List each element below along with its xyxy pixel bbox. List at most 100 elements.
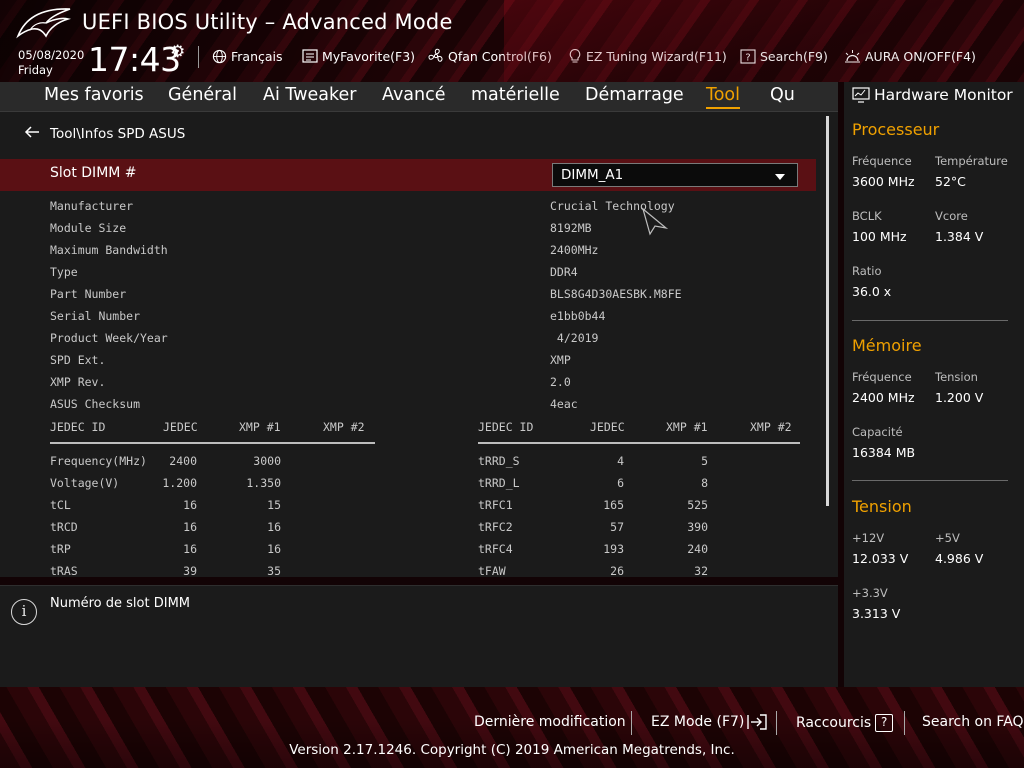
- footer-divider: [776, 711, 777, 735]
- table-row-label: tRFC2: [478, 520, 513, 534]
- search-label: Search(F9): [760, 48, 828, 64]
- date-display: 05/08/2020 Friday: [18, 48, 84, 78]
- table-cell: 4: [617, 454, 624, 468]
- shortcuts-label: Raccourcis: [796, 715, 872, 731]
- spd-info-key: ASUS Checksum: [50, 397, 141, 411]
- spd-info-key: SPD Ext.: [50, 353, 106, 367]
- tab-exit[interactable]: Qu: [770, 85, 795, 105]
- memory-section-title: Mémoire: [852, 336, 922, 355]
- metric-value: 12.033 V: [852, 551, 909, 566]
- metric-label: Température: [935, 154, 1008, 168]
- aura-toggle-button[interactable]: AURA ON/OFF(F4): [844, 46, 976, 66]
- table-row-label: tRRD_L: [478, 476, 520, 490]
- tab-ai-tweaker[interactable]: Ai Tweaker: [263, 85, 356, 105]
- section-divider: [852, 480, 1008, 481]
- day-text: Friday: [18, 63, 53, 77]
- spd-info-key: Part Number: [50, 287, 127, 301]
- metric-value: 1.200 V: [935, 390, 984, 405]
- last-modified-button[interactable]: Dernière modification: [474, 714, 626, 730]
- hardware-monitor-header: Hardware Monitor: [844, 82, 1024, 108]
- tab-tool[interactable]: Tool: [706, 85, 740, 109]
- breadcrumb-text: Tool\Infos SPD ASUS: [50, 126, 186, 142]
- table-cell: 16: [183, 498, 197, 512]
- ez-tuning-wizard-label: EZ Tuning Wizard(F11): [586, 48, 727, 64]
- dimm-slot-select[interactable]: DIMM_A1: [552, 163, 798, 187]
- table-cell: 1.200: [162, 476, 197, 490]
- header-divider: [198, 46, 199, 68]
- spd-info-value: 8192MB: [550, 221, 592, 235]
- table-cell: 39: [183, 564, 197, 577]
- table-row-label: tRFC4: [478, 542, 513, 556]
- table-cell: 525: [687, 498, 708, 512]
- qfan-control-button[interactable]: Qfan Control(F6): [428, 46, 552, 66]
- ez-mode-button[interactable]: EZ Mode (F7): [651, 714, 768, 730]
- ez-tuning-wizard-button[interactable]: EZ Tuning Wizard(F11): [568, 46, 727, 66]
- spd-info-key: Maximum Bandwidth: [50, 243, 168, 257]
- language-button[interactable]: Français: [212, 46, 283, 66]
- aura-icon: [844, 49, 861, 64]
- metric-value: 100 MHz: [852, 229, 907, 244]
- table-header: JEDEC ID: [50, 420, 106, 434]
- search-help-icon: ?: [740, 48, 756, 64]
- dimm-slot-row[interactable]: Slot DIMM # DIMM_A1: [0, 159, 816, 191]
- breadcrumb[interactable]: Tool\Infos SPD ASUS: [24, 126, 185, 142]
- table-cell: 6: [617, 476, 624, 490]
- table-header: JEDEC: [163, 420, 198, 434]
- gear-icon[interactable]: ⚙: [170, 42, 185, 62]
- footer-divider: [904, 711, 905, 735]
- version-text: Version 2.17.1246. Copyright (C) 2019 Am…: [289, 742, 735, 758]
- table-cell: 3000: [253, 454, 281, 468]
- language-label: Français: [231, 48, 283, 64]
- search-button[interactable]: ? Search(F9): [740, 46, 828, 66]
- metric-value: 16384 MB: [852, 445, 916, 460]
- tab-boot[interactable]: Démarrage: [585, 85, 684, 105]
- tab-favorites[interactable]: Mes favoris: [44, 85, 144, 105]
- spd-info-key: Serial Number: [50, 309, 141, 323]
- scrollbar[interactable]: [826, 116, 829, 506]
- spd-info-row: XMP Rev. 2.0: [0, 372, 816, 394]
- spd-info-key: Type: [50, 265, 78, 279]
- spd-info-row: Serial Number e1bb0b44: [0, 306, 816, 328]
- table-cell: 390: [687, 520, 708, 534]
- spd-info-key: XMP Rev.: [50, 375, 106, 389]
- exit-arrow-icon: [747, 714, 768, 730]
- tab-monitor[interactable]: matérielle: [471, 85, 560, 105]
- myfavorite-label: MyFavorite(F3): [322, 48, 416, 64]
- table-header: XMP #1: [666, 420, 708, 434]
- clock-display: 17:43: [88, 40, 181, 79]
- question-icon: ?: [875, 714, 894, 732]
- spd-info-value: 4/2019: [550, 331, 599, 345]
- table-header: JEDEC: [590, 420, 625, 434]
- spd-info-row: Product Week/Year 4/2019: [0, 328, 816, 350]
- fan-icon: [428, 48, 444, 64]
- main-tab-bar: Mes favoris Général Ai Tweaker Avancé ma…: [0, 82, 838, 112]
- metric-label: Vcore: [935, 209, 968, 223]
- shortcuts-button[interactable]: Raccourcis ?: [796, 714, 894, 732]
- metric-label: Tension: [935, 370, 978, 384]
- spd-info-value: BLS8G4D30AESBK.M8FE: [550, 287, 682, 301]
- app-title: UEFI BIOS Utility – Advanced Mode: [82, 10, 453, 34]
- voltage-section-title: Tension: [852, 497, 912, 516]
- table-row-label: tRFC1: [478, 498, 513, 512]
- ez-mode-label: EZ Mode (F7): [651, 714, 745, 730]
- table-cell: 15: [267, 498, 281, 512]
- table-cell: 165: [603, 498, 624, 512]
- metric-value: 1.384 V: [935, 229, 984, 244]
- search-faq-button[interactable]: Search on FAQ: [922, 714, 1024, 730]
- tab-advanced[interactable]: Avancé: [382, 85, 446, 105]
- dimm-slot-value: DIMM_A1: [561, 167, 624, 183]
- section-divider: [852, 320, 1008, 321]
- table-cell: 35: [267, 564, 281, 577]
- table-row-label: Voltage(V): [50, 476, 120, 490]
- chevron-down-icon: [775, 174, 785, 180]
- spd-info-row: Part Number BLS8G4D30AESBK.M8FE: [0, 284, 816, 306]
- back-arrow-icon[interactable]: [24, 126, 40, 142]
- metric-label: BCLK: [852, 209, 882, 223]
- myfavorite-button[interactable]: MyFavorite(F3): [302, 46, 415, 66]
- table-cell: 1.350: [246, 476, 281, 490]
- spd-info-key: Manufacturer: [50, 199, 134, 213]
- table-row-label: tRCD: [50, 520, 78, 534]
- spd-info-value: 2400MHz: [550, 243, 599, 257]
- tab-main[interactable]: Général: [168, 85, 237, 105]
- table-header: XMP #2: [323, 420, 365, 434]
